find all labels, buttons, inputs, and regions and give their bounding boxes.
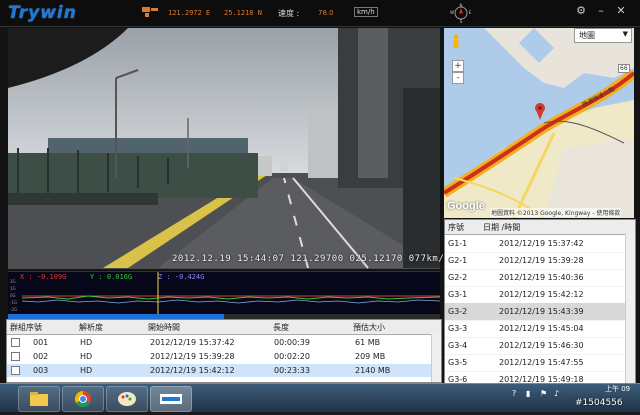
gps-list-header: 序號 日期 /時間 (445, 220, 635, 235)
map-view[interactable] (444, 28, 634, 218)
list-item[interactable]: G3-3 2012/12/19 15:45:04 (445, 320, 626, 338)
dashcam-player-window: Trywin 121.2972 E 25.1218 N 速度 : 78.0 km… (0, 0, 640, 384)
map-copyright[interactable]: 地圖資料 ©2013 Google, Kingway - 使用條款 (490, 208, 622, 217)
map-type-select[interactable]: 地圖 ▼ (574, 28, 632, 43)
latitude-readout: 25.1218 N (224, 9, 262, 17)
chevron-down-icon: ▼ (622, 30, 628, 38)
trywin-app-icon (160, 394, 182, 404)
help-icon[interactable]: ? (512, 389, 516, 398)
paint-taskbar-button[interactable] (106, 386, 148, 412)
col-resolution[interactable]: 解析度 (79, 322, 103, 333)
row-checkbox[interactable] (11, 338, 20, 347)
speed-unit: km/h (354, 7, 378, 17)
zoom-in-button[interactable]: + (452, 60, 464, 72)
gps-list-scrollbar[interactable] (625, 234, 635, 383)
file-group-table: 群組序號 解析度 開始時間 長度 預估大小 001 HD 2012/12/19 … (6, 319, 442, 383)
chrome-taskbar-button[interactable] (62, 386, 104, 412)
list-item[interactable]: G3-4 2012/12/19 15:46:30 (445, 337, 626, 355)
map-route-shield: 66 (618, 64, 630, 73)
compass-e: E (469, 10, 472, 15)
col-index[interactable]: 序號 (448, 222, 464, 233)
gsensor-tick-neg2g: -2G (10, 307, 17, 312)
gsensor-graph: 2G 1G 0G -1G -2G (8, 271, 441, 316)
flag-icon[interactable]: ⚑ (540, 389, 547, 398)
compass-s: S (460, 19, 463, 24)
table-row[interactable]: 001 HD 2012/12/19 15:37:42 00:00:39 61 M… (7, 336, 432, 349)
street-view-pegman-icon[interactable] (452, 34, 460, 50)
speed-value: 78.0 (318, 9, 334, 17)
gsensor-plot: 2G 1G 0G -1G -2G (10, 272, 441, 316)
app-logo: Trywin (8, 3, 77, 23)
network-icon[interactable]: ▮ (526, 389, 530, 398)
gsensor-y: Y : 0.016G (90, 273, 133, 281)
watermark-text: #1504556 (575, 398, 623, 408)
list-item[interactable]: G1-1 2012/12/19 15:37:42 (445, 235, 626, 253)
volume-icon[interactable]: ♪ (554, 389, 559, 398)
gsensor-tick-0g: 0G (10, 293, 16, 298)
col-length[interactable]: 長度 (273, 322, 289, 333)
settings-icon[interactable]: ⚙ (574, 4, 588, 18)
video-frame[interactable] (8, 28, 440, 269)
compass-icon: N E S W (450, 3, 472, 24)
gsensor-tick-neg1g: -1G (10, 300, 17, 305)
list-item[interactable]: G2-2 2012/12/19 15:40:36 (445, 269, 626, 287)
file-table-scrollbar[interactable] (431, 334, 441, 382)
paint-icon (118, 392, 136, 406)
compass-w: W (450, 10, 454, 15)
gsensor-x: X : -0.109G (20, 273, 67, 281)
chrome-icon (74, 390, 91, 408)
list-item[interactable]: G3-1 2012/12/19 15:42:12 (445, 286, 626, 304)
folder-icon (30, 392, 48, 406)
longitude-readout: 121.2972 E (168, 9, 211, 17)
gps-point-list: 序號 日期 /時間 G1-1 2012/12/19 15:37:42 G2-1 20… (444, 219, 636, 384)
compass-n: N (460, 3, 463, 8)
explorer-taskbar-button[interactable] (18, 386, 60, 412)
map-tiles (444, 28, 634, 218)
speed-label: 速度 : (278, 9, 300, 18)
gps-satellite-icon (142, 7, 158, 17)
zoom-out-button[interactable]: - (452, 72, 464, 84)
trywin-taskbar-button[interactable] (150, 386, 192, 412)
road-scene (8, 28, 440, 269)
col-datetime[interactable]: 日期 /時間 (483, 222, 520, 233)
gsensor-tick-2g: 2G (10, 279, 16, 284)
taskbar-clock[interactable]: 上午 09 (605, 384, 630, 394)
col-estimated-size[interactable]: 預估大小 (353, 322, 385, 333)
list-item[interactable]: G3-5 2012/12/19 15:47:55 (445, 354, 626, 372)
minimize-button[interactable]: – (594, 4, 608, 18)
col-group-id[interactable]: 群組序號 (10, 322, 42, 333)
close-button[interactable]: ✕ (614, 4, 628, 18)
table-row[interactable]: 002 HD 2012/12/19 15:39:28 00:02:20 209 … (7, 350, 432, 363)
windows-taskbar: ? ▮ ⚑ ♪ (0, 383, 640, 412)
file-table-header: 群組序號 解析度 開始時間 長度 預估大小 (7, 320, 441, 335)
top-bar: Trywin 121.2972 E 25.1218 N 速度 : 78.0 km… (0, 0, 640, 27)
row-checkbox[interactable] (11, 366, 20, 375)
gsensor-z: Z : -0.424G (158, 273, 205, 281)
table-row[interactable]: 003 HD 2012/12/19 15:42:12 00:23:33 2140… (7, 364, 432, 377)
list-item[interactable]: G3-2 2012/12/19 15:43:39 (445, 303, 626, 321)
list-item[interactable]: G2-1 2012/12/19 15:39:28 (445, 252, 626, 270)
google-logo: Google (447, 200, 485, 212)
row-checkbox[interactable] (11, 352, 20, 361)
video-overlay-text: 2012.12.19 15:44:07 121.29700 025.12170 … (172, 254, 451, 264)
col-start-time[interactable]: 開始時間 (148, 322, 180, 333)
gsensor-tick-1g: 1G (10, 286, 16, 291)
